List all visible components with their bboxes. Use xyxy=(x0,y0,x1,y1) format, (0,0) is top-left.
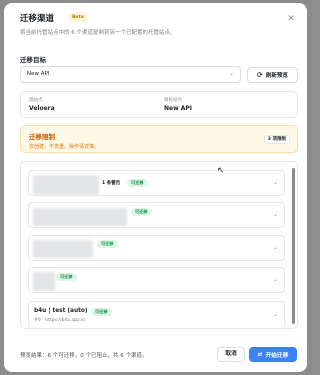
chevron-down-icon: ⌄ xyxy=(272,179,278,186)
start-migration-button[interactable]: ⇄ 开始迁移 xyxy=(249,347,297,362)
redacted-channel-name xyxy=(33,175,99,195)
redacted-channel-name xyxy=(33,208,127,226)
target-label: 迁移目标 xyxy=(20,56,46,64)
channel-list: 1 条警告 可迁移 ⌄ 可迁移 ⌄ 可迁移 ⌄ 可迁移 ⌄ b4u | test… xyxy=(20,161,298,329)
list-scrollbar[interactable] xyxy=(292,168,295,324)
migration-limit-alert: 迁移限制 仅创建，不去重。操作请详慎。 3 项限制 xyxy=(20,125,298,153)
chevron-down-icon: ⌄ xyxy=(272,244,278,251)
channel-row[interactable]: 可迁移 ⌄ xyxy=(28,267,285,293)
channel-name: b4u | test (auto) xyxy=(34,308,88,314)
status-badge: 可迁移 xyxy=(56,273,77,281)
chevron-down-icon: ⌄ xyxy=(228,70,234,77)
source-site: 源站点 Veloera xyxy=(29,97,55,112)
target-site: 目标站点 New API xyxy=(164,97,192,112)
preview-summary: 预览结果：6 个可迁移，0 个已阻止，共 6 个渠道。 xyxy=(20,353,148,359)
cancel-button[interactable]: 取消 xyxy=(217,347,245,362)
channel-meta: #9 · https://b4u.qzz.io xyxy=(34,318,86,323)
chevron-down-icon: ⌄ xyxy=(272,311,278,318)
redacted-channel-name xyxy=(33,240,93,258)
chevron-down-icon: ⌄ xyxy=(272,211,278,218)
limit-title: 迁移限制 xyxy=(29,133,55,141)
refresh-preview-button[interactable]: ⟳ 刷新预览 xyxy=(247,67,298,83)
target-select[interactable]: New API ⌄ xyxy=(20,66,241,83)
dialog-subtitle: 将当前托管站点中的 6 个渠道复制到另一个已配置的托管站点。 xyxy=(20,30,176,36)
chevron-down-icon: ⌄ xyxy=(272,276,278,283)
channel-row[interactable]: 可迁移 ⌄ xyxy=(28,235,285,261)
migrate-channels-dialog: 迁移渠道 Beta 将当前托管站点中的 6 个渠道复制到另一个已配置的托管站点。… xyxy=(4,3,307,372)
channel-row[interactable]: 1 条警告 可迁移 ⌄ xyxy=(28,170,285,196)
channel-row[interactable]: 可迁移 ⌄ xyxy=(28,202,285,228)
limit-description: 仅创建，不去重。操作请详慎。 xyxy=(29,144,100,150)
start-migration-label: 开始迁移 xyxy=(265,353,289,359)
limit-count-button[interactable]: 3 项限制 xyxy=(263,135,290,144)
status-badge: 可迁移 xyxy=(131,208,152,216)
target-site-name: New API xyxy=(164,105,192,112)
close-icon[interactable]: ✕ xyxy=(285,13,297,25)
warning-count: 1 条警告 xyxy=(102,181,121,186)
dialog-title: 迁移渠道 xyxy=(20,14,55,24)
status-badge: 可迁移 xyxy=(97,240,118,248)
status-badge: 可迁移 xyxy=(91,308,112,316)
source-site-name: Veloera xyxy=(29,105,55,112)
target-select-value: New API xyxy=(27,71,50,77)
beta-badge: Beta xyxy=(68,13,88,22)
channel-row[interactable]: b4u | test (auto) 可迁移 #9 · https://b4u.q… xyxy=(28,301,285,328)
target-site-label: 目标站点 xyxy=(164,98,182,103)
refresh-preview-label: 刷新预览 xyxy=(265,73,288,79)
redacted-channel-name xyxy=(33,272,55,291)
source-site-label: 源站点 xyxy=(29,98,43,103)
site-summary: 源站点 Veloera 目标站点 New API xyxy=(20,91,298,118)
status-badge: 可迁移 xyxy=(127,179,148,187)
mouse-cursor-icon: ↖ xyxy=(217,166,225,176)
refresh-icon: ⟳ xyxy=(257,71,263,79)
dialog-footer: 预览结果：6 个可迁移，0 个已阻止，共 6 个渠道。 取消 ⇄ 开始迁移 xyxy=(4,339,307,372)
swap-icon: ⇄ xyxy=(257,351,263,358)
